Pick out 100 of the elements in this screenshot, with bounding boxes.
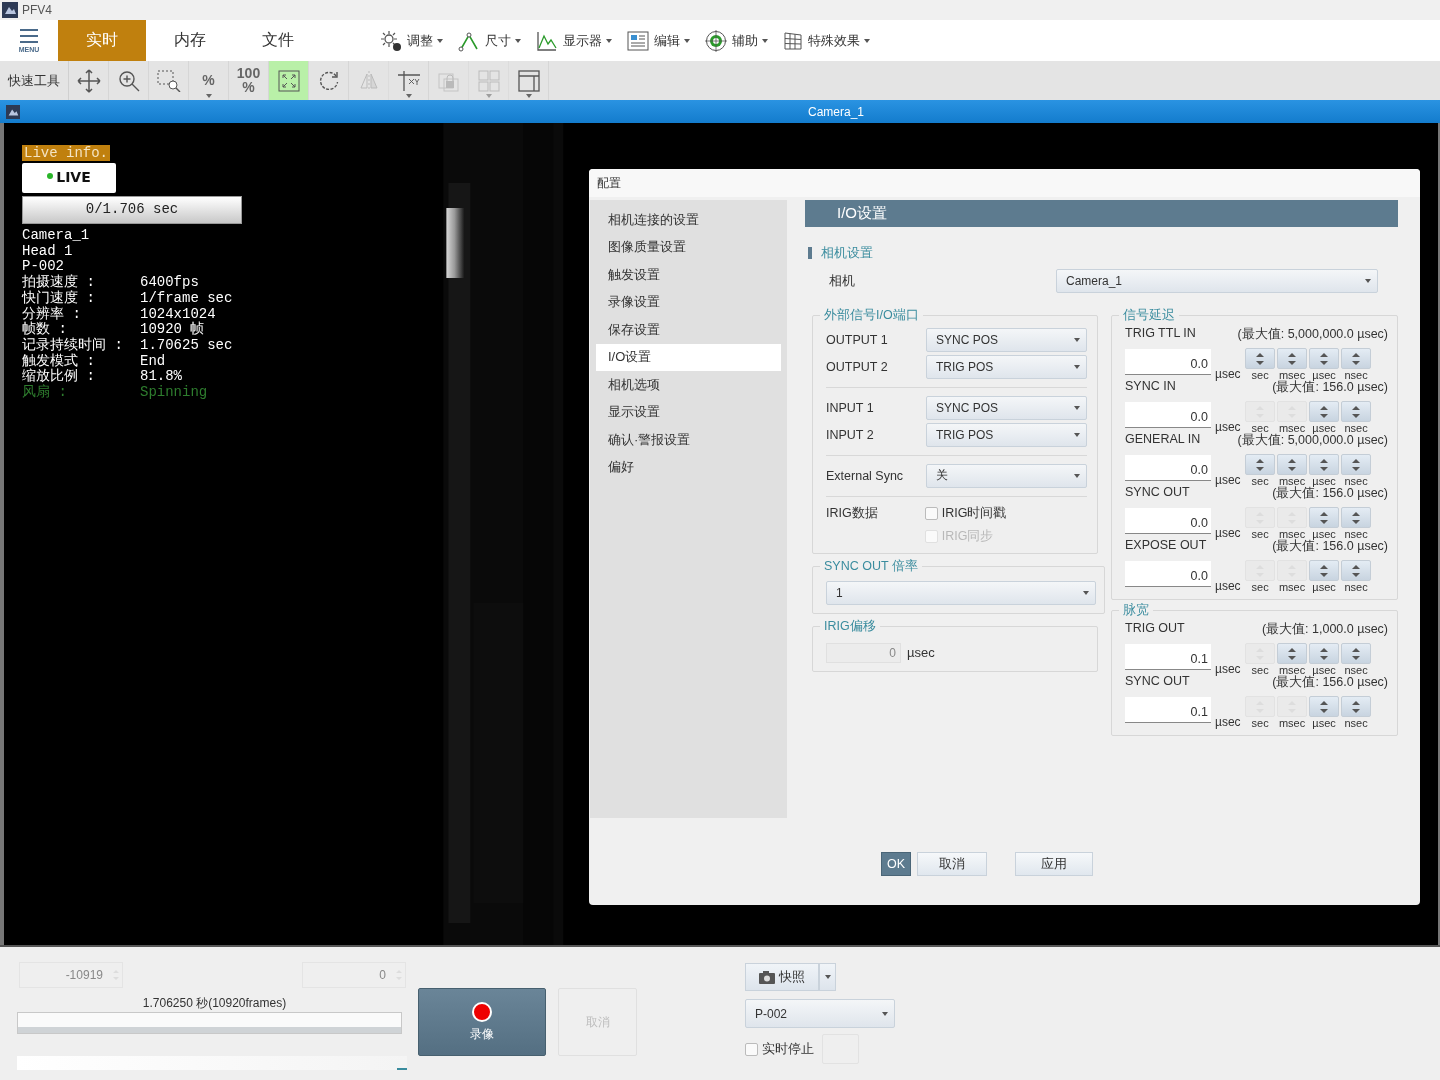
- spinner-button[interactable]: [1341, 507, 1372, 528]
- rotate-icon: [317, 69, 340, 92]
- port-label: OUTPUT 2: [826, 360, 888, 375]
- unit-label: sec: [1251, 422, 1269, 434]
- port-dropdown[interactable]: SYNC POS: [926, 395, 1087, 420]
- nav-item[interactable]: 确认·警报设置: [596, 426, 781, 454]
- port-dropdown[interactable]: TRIG POS: [926, 355, 1087, 380]
- up-down-arrows-icon: [1351, 698, 1362, 715]
- spinner-button[interactable]: [1341, 401, 1372, 422]
- menu-dropdown[interactable]: 显示器: [534, 29, 623, 52]
- caret-icon: [1074, 337, 1080, 342]
- spinner-button[interactable]: [1309, 401, 1340, 422]
- port-dropdown[interactable]: TRIG POS: [926, 423, 1087, 448]
- up-down-arrows-icon: [1319, 403, 1330, 420]
- delay-input[interactable]: 0.0: [1125, 402, 1211, 428]
- up-down-arrows-icon: [1319, 350, 1330, 367]
- delay-input[interactable]: 0.1: [1125, 697, 1211, 723]
- spinner-button[interactable]: [1341, 348, 1372, 369]
- up-down-arrows-icon: [1287, 645, 1298, 662]
- spinner-button[interactable]: [1309, 454, 1340, 475]
- spinner-button[interactable]: [1341, 643, 1372, 664]
- camera-dropdown[interactable]: Camera_1: [1056, 269, 1378, 293]
- info-key: 拍摄速度 :: [22, 275, 140, 291]
- nav-item[interactable]: 偏好: [596, 453, 781, 481]
- caret-icon: [824, 975, 831, 979]
- field-label: IRIG数据: [826, 504, 878, 522]
- spinner-button[interactable]: [1341, 454, 1372, 475]
- unit-label: µsec: [1312, 422, 1336, 435]
- info-key: 帧数 :: [22, 322, 140, 338]
- mirror-icon: [357, 69, 380, 92]
- unit-label: µsec: [1215, 527, 1241, 540]
- spinner-button[interactable]: [1341, 560, 1372, 581]
- checkbox[interactable]: [924, 506, 938, 520]
- zoom-area-icon: [156, 69, 181, 92]
- dialog-button[interactable]: 应用: [1015, 852, 1093, 876]
- rate-dropdown[interactable]: 1: [826, 580, 1096, 605]
- nav-item[interactable]: I/O设置: [596, 343, 781, 371]
- port-dropdown[interactable]: 关: [926, 463, 1087, 488]
- unit-label: µsec: [1312, 369, 1336, 381]
- unit-label: nsec: [1344, 422, 1368, 435]
- unit-label: nsec: [1344, 369, 1368, 382]
- checkbox[interactable]: [745, 1042, 758, 1056]
- caret-icon: [406, 94, 412, 98]
- spinner-button[interactable]: [1277, 454, 1308, 475]
- menu-dropdown[interactable]: 辅助: [703, 29, 779, 52]
- range-slider[interactable]: [18, 1013, 401, 1033]
- move-icon: [76, 68, 101, 93]
- spinner-button[interactable]: [1309, 348, 1340, 369]
- delay-input[interactable]: 0.0: [1125, 508, 1211, 534]
- spinner-button[interactable]: [1341, 696, 1372, 717]
- delay-input[interactable]: 0.1: [1125, 644, 1211, 670]
- snapshot-menu-button[interactable]: [819, 963, 836, 991]
- caret-icon: [526, 94, 532, 98]
- caret-icon: [206, 94, 212, 98]
- app-icon: [2, 2, 18, 18]
- unit-label: µsec: [1312, 717, 1336, 730]
- menu-dropdown[interactable]: 尺寸: [456, 29, 532, 52]
- delay-input[interactable]: 0.0: [1125, 455, 1211, 481]
- max-value-note: (最大值: 5,000,000.0 µsec): [1237, 326, 1388, 343]
- spinner-button[interactable]: [1309, 560, 1340, 581]
- menu-dropdown[interactable]: 调整: [378, 29, 454, 52]
- nav-item[interactable]: 相机连接的设置: [596, 206, 781, 234]
- preset-dropdown[interactable]: P-002: [745, 999, 895, 1028]
- nav-item[interactable]: 显示设置: [596, 398, 781, 426]
- nav-item[interactable]: 保存设置: [596, 316, 781, 344]
- nav-item[interactable]: 触发设置: [596, 261, 781, 289]
- document-icon: [627, 30, 649, 51]
- playback-time-bar: 0/1.706 sec: [22, 196, 242, 224]
- unit-label: sec: [1251, 717, 1269, 730]
- signal-name: TRIG TTL IN: [1125, 326, 1196, 342]
- spinner-button[interactable]: [1245, 454, 1276, 475]
- caret-icon: [606, 38, 612, 43]
- unit-label: µsec: [1215, 663, 1241, 676]
- tool-button[interactable]: [269, 61, 309, 100]
- up-down-arrows-icon: [1351, 456, 1362, 473]
- nav-item[interactable]: 相机选项: [596, 371, 781, 399]
- record-button[interactable]: 录像: [418, 988, 546, 1056]
- spinner-button[interactable]: [1309, 696, 1340, 717]
- delay-input[interactable]: 0.0: [1125, 349, 1211, 375]
- unit-label: µsec: [1312, 528, 1336, 540]
- dialog-button[interactable]: OK: [881, 852, 911, 876]
- port-dropdown[interactable]: SYNC POS: [926, 327, 1087, 352]
- nav-item[interactable]: 录像设置: [596, 288, 781, 316]
- section-title: 相机设置: [821, 244, 873, 262]
- menu-dropdown[interactable]: 编辑: [625, 30, 701, 51]
- spinner-button[interactable]: [1245, 348, 1276, 369]
- up-down-arrows-icon: [1319, 645, 1330, 662]
- nav-item[interactable]: 图像质量设置: [596, 233, 781, 261]
- info-value: 1.70625 sec: [140, 337, 233, 354]
- info-line: P-002: [22, 259, 64, 275]
- spinner-button[interactable]: [1309, 643, 1340, 664]
- unit-label: msec: [1278, 664, 1306, 676]
- snapshot-button[interactable]: 快照: [745, 963, 819, 991]
- port-label: INPUT 2: [826, 428, 874, 443]
- spinner-button[interactable]: [1277, 643, 1308, 664]
- spinner-button[interactable]: [1309, 507, 1340, 528]
- dialog-button[interactable]: 取消: [917, 852, 987, 876]
- delay-input[interactable]: 0.0: [1125, 561, 1211, 587]
- menu-dropdown[interactable]: 特殊效果: [781, 30, 881, 51]
- spinner-button[interactable]: [1277, 348, 1308, 369]
